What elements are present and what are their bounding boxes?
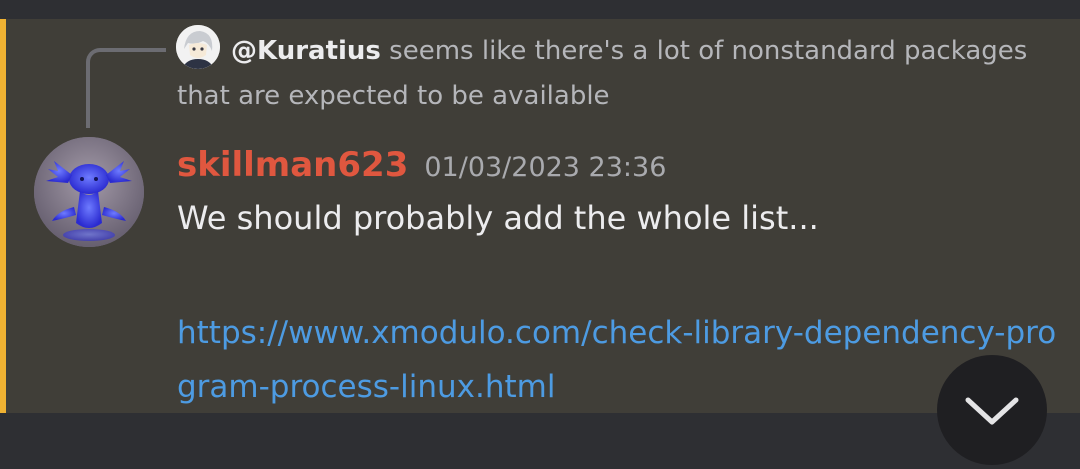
message-text: We should probably add the whole list...	[177, 199, 819, 237]
timestamp: 01/03/2023 23:36	[424, 152, 667, 183]
message-header: skillman623 01/03/2023 23:36	[177, 145, 666, 185]
chevron-down-icon	[965, 397, 1019, 425]
mention-highlight-bar	[0, 19, 6, 413]
reply-author[interactable]: @Kuratius	[231, 36, 381, 66]
reply-spine	[86, 48, 166, 128]
message-item[interactable]: @Kuratius seems like there's a lot of no…	[0, 19, 1080, 413]
top-bar	[0, 0, 1080, 19]
reply-preview[interactable]: @Kuratius seems like there's a lot of no…	[177, 29, 1037, 119]
message-link[interactable]: https://www.xmodulo.com/check-library-de…	[177, 306, 1057, 414]
username[interactable]: skillman623	[177, 145, 408, 185]
avatar[interactable]	[34, 137, 144, 247]
scroll-to-bottom-button[interactable]	[937, 355, 1047, 465]
